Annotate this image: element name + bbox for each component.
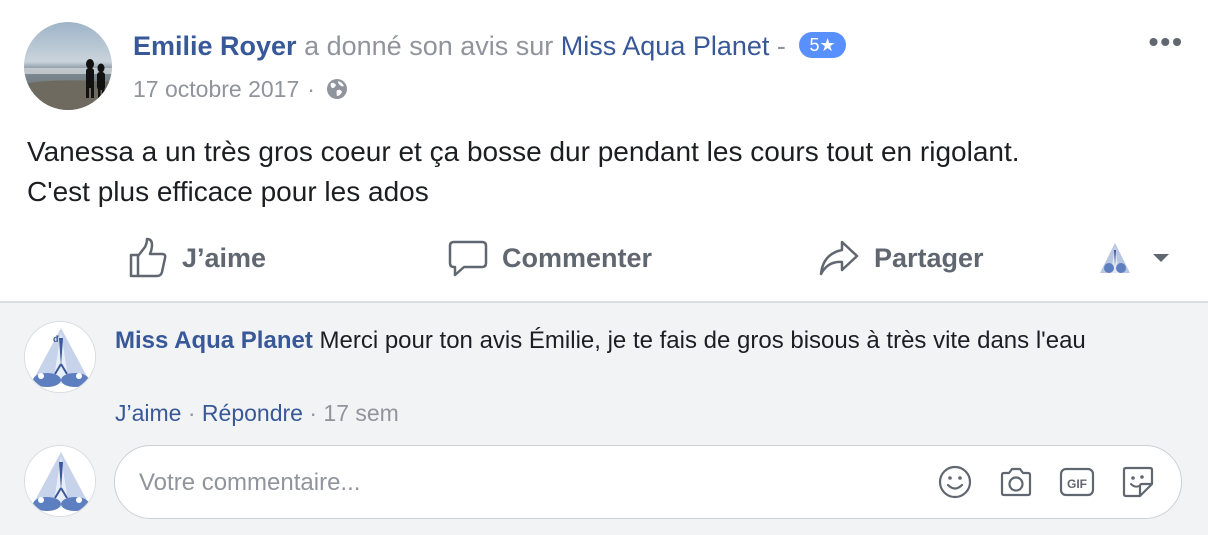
comment-separator: · <box>187 400 196 426</box>
composer-avatar[interactable] <box>24 445 96 517</box>
comment-time[interactable]: 17 sem <box>323 400 398 426</box>
comment-input[interactable] <box>139 464 899 502</box>
comment-text: Merci pour ton avis Émilie, je te fais d… <box>319 327 1086 354</box>
sticker-icon[interactable] <box>1120 464 1156 500</box>
title-dash: - <box>776 31 786 61</box>
post-date[interactable]: 17 octobre 2017 <box>133 74 299 104</box>
comment-label: Commenter <box>502 242 653 273</box>
post-actions: J’aime Commenter Partager <box>0 230 1208 286</box>
comments-section: ᵭ Miss Aqua Planet Merci pour ton avis É… <box>0 301 1208 535</box>
comment-button[interactable]: Commenter <box>448 230 652 286</box>
author-name[interactable]: Emilie Royer <box>133 31 297 61</box>
post-meta: 17 octobre 2017 · <box>133 74 349 104</box>
thumbs-up-icon <box>129 237 167 278</box>
author-avatar[interactable] <box>24 22 112 110</box>
more-options-button[interactable]: ••• <box>1149 28 1184 56</box>
post-text: Vanessa a un très gros coeur et ça bosse… <box>27 132 1177 212</box>
review-verb: a donné son avis sur <box>304 31 554 61</box>
comment-body: Miss Aqua Planet Merci pour ton avis Émi… <box>115 323 1175 358</box>
chevron-down-icon <box>1153 254 1169 262</box>
meta-separator: · <box>307 76 315 102</box>
comment-actions: J’aime · Répondre · 17 sem <box>115 398 399 428</box>
author-line: Emilie Royer a donné son avis sur Miss A… <box>133 29 846 63</box>
post-header: Emilie Royer a donné son avis sur Miss A… <box>24 22 1184 112</box>
comment-author[interactable]: Miss Aqua Planet <box>115 327 313 354</box>
share-label: Partager <box>874 242 984 273</box>
page-link[interactable]: Miss Aqua Planet <box>561 31 770 61</box>
comment-icon <box>448 240 488 277</box>
like-label: J’aime <box>182 242 267 273</box>
comment-like-link[interactable]: J’aime <box>115 400 181 426</box>
svg-text:ᵭ: ᵭ <box>53 334 59 344</box>
page-avatar-icon <box>1100 243 1130 273</box>
comment-reply-link[interactable]: Répondre <box>202 400 303 426</box>
gif-icon[interactable]: GIF <box>1059 464 1095 500</box>
audience-selector[interactable] <box>1097 230 1171 286</box>
commenter-avatar[interactable]: ᵭ <box>24 321 96 393</box>
camera-icon[interactable] <box>998 464 1034 500</box>
emoji-icon[interactable] <box>937 464 973 500</box>
like-button[interactable]: J’aime <box>128 230 266 286</box>
share-icon <box>819 240 859 276</box>
share-button[interactable]: Partager <box>818 230 984 286</box>
svg-text:GIF: GIF <box>1067 477 1087 491</box>
comment-composer[interactable]: GIF <box>114 445 1182 519</box>
rating-badge: 5★ <box>799 32 846 59</box>
globe-icon[interactable] <box>325 77 349 101</box>
post-text-line: Vanessa a un très gros coeur et ça bosse… <box>27 136 1020 167</box>
post-text-line: C'est plus efficace pour les ados <box>27 176 429 207</box>
comment-separator: · <box>309 400 318 426</box>
